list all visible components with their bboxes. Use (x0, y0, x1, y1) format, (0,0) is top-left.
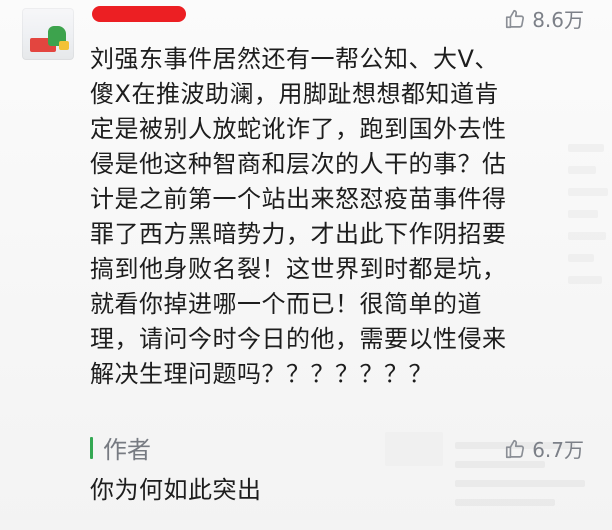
reply-text: 你为何如此突出 (90, 476, 262, 504)
comment-like-button[interactable]: 8.6万 (504, 4, 584, 33)
comment-line: 理，请问今时今日的他，需要以性侵来 (90, 325, 507, 353)
comment-line: 计是之前第一个站出来怒怼疫苗事件得 (90, 185, 507, 213)
background-ghost-thumbnail (385, 432, 443, 466)
comment-screenshot: 8.6万 刘强东事件居然还有一帮公知、大V、 傻X在推波助澜，用脚趾想想都知道肯… (0, 0, 612, 530)
background-ghost-text (558, 130, 612, 350)
reply-like-button[interactable]: 6.7万 (504, 434, 584, 463)
comment-line: 罪了西方黑暗势力，才出此下作阴招要 (90, 220, 507, 248)
comment-line: 刘强东事件居然还有一帮公知、大V、 (90, 45, 499, 73)
comment-line: 搞到他身败名裂！这世界到时都是坑， (90, 255, 507, 283)
reply-author: 作者 (90, 430, 151, 465)
reply-indicator-bar (90, 436, 93, 459)
comment-line: 傻X在推波助澜，用脚趾想想都知道肯 (90, 80, 499, 108)
thumbs-up-icon (506, 9, 525, 28)
thumbs-up-icon (506, 439, 525, 458)
comment-like-count: 8.6万 (532, 8, 584, 32)
comment-line: 侵是他这种智商和层次的人干的事？估 (90, 150, 507, 178)
reply-author-label: 作者 (103, 436, 151, 464)
avatar-yellow-block (59, 41, 69, 50)
user-avatar[interactable] (22, 8, 74, 60)
comment-line: 就看你掉进哪一个而已！很简单的道 (90, 290, 482, 318)
redacted-username (92, 6, 186, 22)
comment-line: 定是被别人放蛇讹诈了，跑到国外去性 (90, 115, 507, 143)
comment-line: 解决生理问题吗？？？？？？？ (90, 360, 433, 388)
reply-like-count: 6.7万 (532, 438, 584, 462)
comment-body: 刘强东事件居然还有一帮公知、大V、 傻X在推波助澜，用脚趾想想都知道肯 定是被别… (90, 42, 590, 392)
